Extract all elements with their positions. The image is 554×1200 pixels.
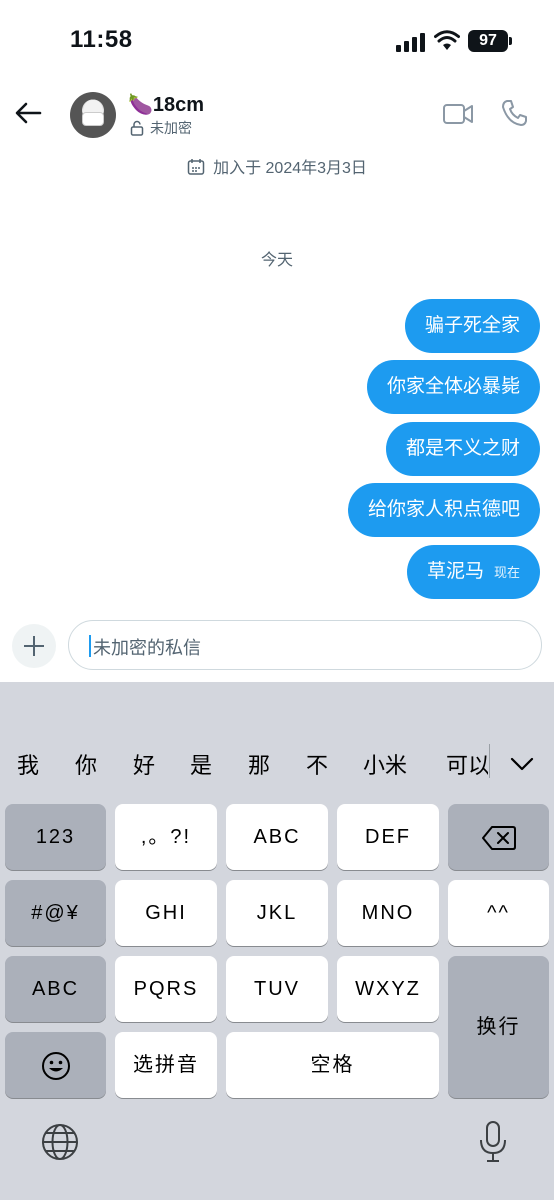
space-key[interactable]: 空格 (226, 1032, 439, 1098)
candidate-word[interactable]: 是 (190, 748, 212, 780)
keyboard: 我 你 好 是 那 不 小米 可以 123 ,。?! ABC DEF #@¥ G… (0, 682, 554, 1200)
key-123[interactable]: 123 (5, 804, 106, 870)
battery-icon: 97 (468, 30, 508, 52)
backspace-key[interactable] (448, 804, 549, 870)
candidate-word[interactable]: 好 (133, 748, 155, 780)
phone-icon[interactable] (500, 98, 530, 128)
key-jkl[interactable]: JKL (226, 880, 328, 946)
message-composer: 未加密的私信 (0, 614, 554, 682)
calendar-icon (187, 159, 205, 175)
key-mno[interactable]: MNO (337, 880, 439, 946)
text-caret (89, 635, 91, 657)
candidate-divider (489, 744, 490, 778)
conversation-header: 🍆18cm 未加密 加入于 2024年3月3日 (0, 84, 554, 184)
chevron-down-icon[interactable] (508, 754, 536, 774)
key-def[interactable]: DEF (337, 804, 439, 870)
message-bubble[interactable]: 草泥马 现在 (406, 545, 540, 599)
candidate-word[interactable]: 我 (17, 748, 39, 780)
joined-text: 加入于 2024年3月3日 (213, 160, 367, 177)
message-text: 你家全体必暴毙 (386, 376, 520, 397)
key-abc[interactable]: ABC (226, 804, 328, 870)
key-ghi[interactable]: GHI (115, 880, 217, 946)
message-text: 骗子死全家 (424, 315, 520, 336)
message-placeholder: 未加密的私信 (93, 638, 201, 658)
return-key[interactable]: 换行 (448, 956, 549, 1098)
avatar[interactable] (70, 92, 116, 138)
message-text: 草泥马 (426, 561, 484, 582)
message-bubble[interactable]: 都是不义之财 (385, 422, 540, 476)
video-camera-icon[interactable] (442, 100, 474, 128)
wifi-icon (434, 30, 460, 50)
backspace-icon (481, 825, 516, 850)
signal-icon (396, 33, 425, 52)
message-timestamp: 现在 (493, 565, 520, 580)
message-text: 都是不义之财 (405, 438, 520, 459)
candidate-word[interactable]: 小米 (363, 748, 407, 780)
microphone-icon[interactable] (478, 1120, 508, 1164)
key-emoticon[interactable]: ^^ (448, 880, 549, 946)
message-bubble[interactable]: 给你家人积点德吧 (347, 483, 540, 537)
globe-icon[interactable] (40, 1122, 80, 1162)
message-bubble[interactable]: 你家全体必暴毙 (366, 360, 540, 414)
day-separator: 今天 (260, 252, 293, 269)
back-arrow-icon[interactable] (12, 96, 46, 130)
key-wxyz[interactable]: WXYZ (337, 956, 439, 1022)
add-media-button[interactable] (12, 624, 56, 668)
message-bubble[interactable]: 骗子死全家 (404, 299, 540, 353)
key-punctuation[interactable]: ,。?! (115, 804, 217, 870)
battery-tip (509, 37, 512, 45)
key-select-pinyin[interactable]: 选拼音 (115, 1032, 217, 1098)
candidate-word[interactable]: 你 (75, 748, 97, 780)
lock-icon (130, 120, 144, 136)
contact-name[interactable]: 🍆18cm (128, 92, 204, 117)
key-abc-switch[interactable]: ABC (5, 956, 106, 1022)
status-time: 11:58 (70, 26, 133, 53)
key-tuv[interactable]: TUV (226, 956, 328, 1022)
candidate-bar: 我 你 好 是 那 不 小米 可以 (0, 726, 554, 802)
emoji-key[interactable] (5, 1032, 106, 1098)
candidate-word[interactable]: 可以 (446, 748, 488, 780)
encryption-status: 未加密 (130, 118, 192, 138)
message-input[interactable]: 未加密的私信 (68, 620, 542, 670)
joined-date: 加入于 2024年3月3日 (0, 154, 554, 178)
emoji-icon (41, 1051, 70, 1080)
message-text: 给你家人积点德吧 (367, 499, 520, 520)
key-symbols[interactable]: #@¥ (5, 880, 106, 946)
candidate-word[interactable]: 那 (248, 748, 270, 780)
avatar-mask (82, 112, 104, 126)
key-pqrs[interactable]: PQRS (115, 956, 217, 1022)
status-bar: 11:58 97 (0, 0, 554, 84)
candidate-word[interactable]: 不 (306, 748, 328, 780)
encryption-label: 未加密 (150, 120, 192, 136)
